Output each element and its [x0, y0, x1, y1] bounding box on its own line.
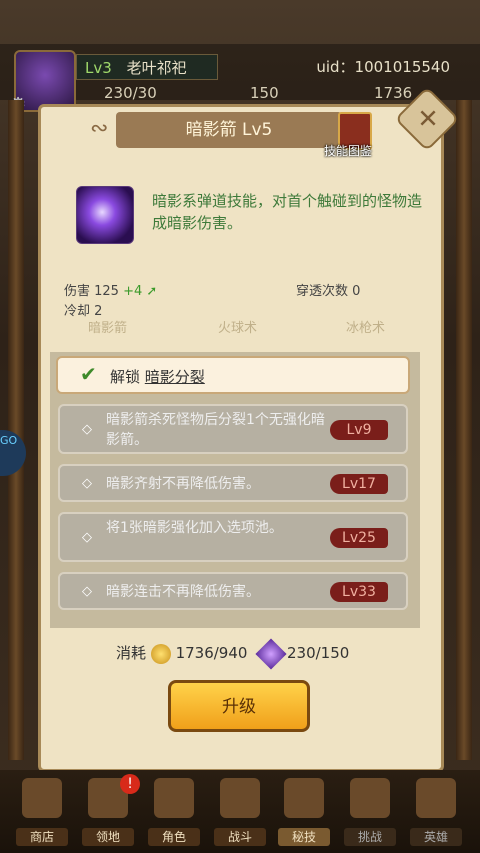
unlock-row[interactable]: ✔ 解锁 暗影分裂 [56, 356, 410, 394]
skill-title: 暗影箭 Lv5 [116, 112, 342, 148]
ghost-tab: 暗影箭 [88, 321, 128, 336]
check-icon: ✔ [80, 362, 97, 386]
unlock-prefix: 解锁 [110, 368, 141, 386]
cost-gem: 230/150 [287, 644, 350, 662]
energy-counter: 230/30 [104, 84, 157, 102]
nav-challenge[interactable]: 挑战 [344, 776, 396, 846]
nav-label: 挑战 [344, 828, 396, 846]
nav-label: 秘技 [278, 828, 330, 846]
diamond-bullet-icon: ◇ [82, 476, 92, 491]
lock-icon [416, 778, 456, 818]
diamond-bullet-icon: ◇ [82, 530, 92, 545]
ghost-tab: 冰枪术 [346, 321, 386, 336]
upgrade-text: 暗影连击不再降低伤害。 [106, 584, 260, 600]
player-level: Lv3 [85, 59, 112, 77]
nav-hero[interactable]: 英雄 [410, 776, 462, 846]
pierce-stat: 穿透次数 0 [296, 284, 361, 299]
skill-description: 暗影系弹道技能，对首个触碰到的怪物造成暗影伤害。 [152, 192, 423, 232]
arrow-up-icon: ➚ [146, 284, 158, 299]
player-level-box: Lv3 老叶祁祀 [76, 54, 218, 80]
nav-label: 商店 [16, 828, 68, 846]
helmet-icon [154, 778, 194, 818]
unlock-name: 暗影分裂 [144, 368, 205, 386]
cost-row: 消耗 1736/940 230/150 [116, 637, 350, 670]
player-name: 老叶祁祀 [126, 59, 187, 77]
gold-counter: 1736 [374, 84, 413, 102]
nav-label: 角色 [148, 828, 200, 846]
crossed-swords-icon [220, 778, 260, 818]
skill-book-icon [284, 778, 324, 818]
nav-character[interactable]: 角色 [148, 776, 200, 846]
lock-icon [350, 778, 390, 818]
nav-label: 战斗 [214, 828, 266, 846]
damage-bonus: +4 [123, 284, 143, 299]
player-uid: uid：1001015540 [316, 58, 450, 76]
nav-label: 英雄 [410, 828, 462, 846]
damage-label: 伤害 125 [64, 284, 119, 299]
upgrade-button[interactable]: 升级 [168, 680, 310, 732]
ghost-tab: 火球术 [218, 321, 258, 336]
upgrade-row[interactable]: ◇ 暗影连击不再降低伤害。 Lv33 [58, 572, 408, 610]
upgrade-row[interactable]: ◇ 将1张暗影强化加入选项池。 Lv25 [58, 512, 408, 562]
gold-coin-icon [150, 643, 171, 664]
cost-label: 消耗 [116, 644, 147, 662]
diamond-bullet-icon: ◇ [82, 584, 92, 599]
unlock-label: 解锁 暗影分裂 [110, 366, 205, 387]
shadow-arrow-skill-icon [76, 186, 134, 244]
shop-stall-icon [22, 778, 62, 818]
upgrade-text: 暗影齐射不再降低伤害。 [106, 476, 260, 492]
left-pillar [8, 100, 24, 760]
notification-badge: ! [120, 774, 140, 794]
nav-label: 领地 [82, 828, 134, 846]
upgrade-row[interactable]: ◇ 暗影齐射不再降低伤害。 Lv17 [58, 464, 408, 502]
scroll-ornament-left-icon: ∾ [90, 116, 109, 141]
skill-atlas-label[interactable]: 技能图鉴 [324, 142, 372, 159]
right-pillar [456, 100, 472, 760]
cost-gold: 1736/940 [175, 644, 248, 662]
upgrade-row[interactable]: ◇ 暗影箭杀死怪物后分裂1个无强化暗影箭。 Lv9 [58, 404, 408, 454]
gem-counter: 150 [250, 84, 279, 102]
nav-battle[interactable]: 战斗 [214, 776, 266, 846]
diamond-bullet-icon: ◇ [82, 422, 92, 437]
upgrade-level-tag: Lv33 [330, 582, 388, 602]
nav-secret-skills[interactable]: 秘技 [278, 776, 330, 846]
background-skill-tabs: 暗影箭 火球术 冰枪术 [60, 316, 430, 342]
purple-gem-icon [255, 637, 287, 670]
upgrade-text: 暗影箭杀死怪物后分裂1个无强化暗影箭。 [106, 412, 325, 448]
damage-stat: 伤害 125 +4 ➚ [64, 280, 157, 299]
upgrade-level-tag: Lv17 [330, 474, 388, 494]
nav-shop[interactable]: 商店 [16, 776, 68, 846]
upgrade-level-tag: Lv9 [330, 420, 388, 440]
upgrade-level-tag: Lv25 [330, 528, 388, 548]
upgrade-text: 将1张暗影强化加入选项池。 [106, 520, 283, 536]
